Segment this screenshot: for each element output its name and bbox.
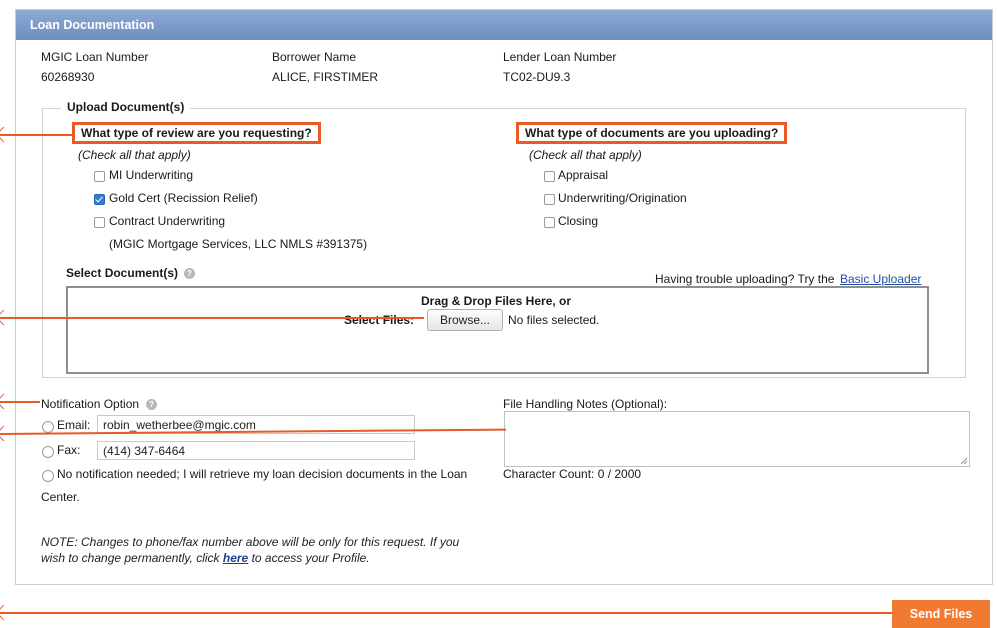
fax-input[interactable]: (414) 347-6464: [97, 441, 415, 460]
notification-option-title: Notification Option: [41, 397, 140, 411]
documents-question: What type of documents are you uploading…: [516, 122, 788, 144]
browse-button[interactable]: Browse...: [427, 309, 503, 331]
pointer-arrow-icon: [0, 604, 12, 621]
borrower-name-value: ALICE, FIRSTIMER: [272, 70, 379, 84]
contract-underwriting-checkbox[interactable]: [94, 217, 105, 228]
file-handling-notes-textarea[interactable]: [504, 411, 970, 467]
no-notification-label-cont: Center.: [41, 490, 80, 504]
nmls-footnote: (MGIC Mortgage Services, LLC NMLS #39137…: [109, 237, 368, 251]
email-radio[interactable]: [42, 421, 54, 433]
contract-underwriting-label: Contract Underwriting: [109, 214, 226, 228]
select-documents-label: Select Document(s): [66, 266, 179, 280]
mi-underwriting-checkbox[interactable]: [94, 171, 105, 182]
closing-checkbox[interactable]: [544, 217, 555, 228]
character-count: Character Count: 0 / 2000: [503, 467, 642, 481]
gold-cert-checkbox[interactable]: [94, 194, 105, 205]
appraisal-label: Appraisal: [558, 168, 609, 182]
profile-here-link[interactable]: here: [223, 551, 248, 565]
pointer-line: [0, 393, 40, 410]
profile-note: NOTE: Changes to phone/fax number above …: [41, 534, 481, 566]
pointer-arrow-icon: [0, 425, 12, 442]
mgic-loan-number-value: 60268930: [41, 70, 95, 84]
pointer-line: [0, 604, 892, 621]
underwriting-origination-checkbox[interactable]: [544, 194, 555, 205]
gold-cert-label: Gold Cert (Recission Relief): [109, 191, 258, 205]
lender-loan-number-value: TC02-DU9.3: [503, 70, 571, 84]
help-icon[interactable]: ?: [184, 268, 195, 279]
no-files-text: No files selected.: [508, 313, 600, 327]
panel-title: Loan Documentation: [30, 18, 155, 32]
note-text-end: to access your Profile.: [248, 551, 370, 565]
mgic-loan-number-label: MGIC Loan Number: [41, 50, 149, 64]
lender-loan-number-label: Lender Loan Number: [503, 50, 617, 64]
upload-legend: Upload Document(s): [61, 100, 191, 114]
no-notification-radio[interactable]: [42, 470, 54, 482]
trouble-uploading-text: Having trouble uploading? Try the: [655, 272, 835, 286]
send-files-button[interactable]: Send Files: [892, 600, 990, 628]
drop-text: Drag & Drop Files Here, or: [421, 294, 572, 308]
help-icon[interactable]: ?: [146, 399, 157, 410]
borrower-name-label: Borrower Name: [272, 50, 357, 64]
pointer-line: [0, 126, 72, 143]
documents-hint: (Check all that apply): [529, 148, 642, 162]
basic-uploader-link[interactable]: Basic Uploader: [840, 272, 921, 286]
appraisal-checkbox[interactable]: [544, 171, 555, 182]
panel-header: Loan Documentation: [16, 10, 992, 40]
no-notification-label: No notification needed; I will retrieve …: [57, 467, 468, 481]
fax-radio[interactable]: [42, 446, 54, 458]
review-hint: (Check all that apply): [78, 148, 191, 162]
pointer-line: [0, 309, 424, 326]
review-question: What type of review are you requesting?: [72, 122, 321, 144]
mi-underwriting-label: MI Underwriting: [109, 168, 194, 182]
select-files-label: Select Files:: [344, 313, 415, 327]
pointer-arrow-icon: [0, 393, 12, 410]
fax-label: Fax:: [57, 443, 81, 457]
email-label: Email:: [57, 418, 91, 432]
closing-label: Closing: [558, 214, 599, 228]
resize-handle-icon[interactable]: [960, 457, 968, 465]
pointer-arrow-icon: [0, 126, 12, 143]
pointer-arrow-icon: [0, 309, 12, 326]
underwriting-origination-label: Underwriting/Origination: [558, 191, 687, 205]
file-handling-notes-label: File Handling Notes (Optional):: [503, 397, 668, 411]
